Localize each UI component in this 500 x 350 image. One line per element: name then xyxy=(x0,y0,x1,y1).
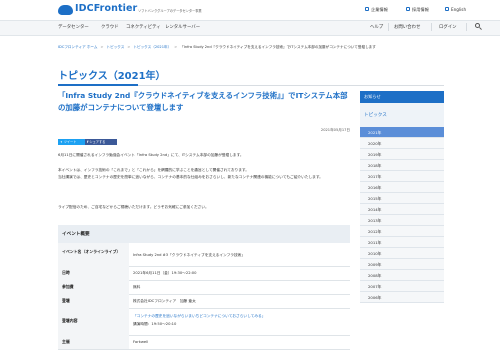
sidebar-year-label[interactable]: 2006年 xyxy=(368,295,381,301)
brand-logo[interactable]: IDCFrontier xyxy=(75,3,137,14)
talk-title[interactable]: 「コンテナの歴史を追いながらいまいちどコンテナについておさらいしてみる」 xyxy=(133,314,265,318)
title-divider xyxy=(138,85,444,86)
nav-item-contact[interactable]: お問い合わせ xyxy=(394,24,420,30)
sidebar-heading: お知らせ xyxy=(364,94,381,99)
brand-tagline: ソフトバンクグループのデータセンター事業 xyxy=(138,9,202,13)
nav-item-cloud[interactable]: クラウド xyxy=(101,24,119,30)
table-key: 主催 xyxy=(62,339,70,344)
sidebar-year-label[interactable]: 2011年 xyxy=(368,240,381,246)
article-date: 2021年05月17日 xyxy=(320,128,350,132)
breadcrumb-topics[interactable]: トピックス xyxy=(107,45,125,49)
sidebar-year-label[interactable]: 2008年 xyxy=(368,273,381,279)
facebook-share-button[interactable]: f シェアする xyxy=(85,139,117,145)
twitter-bird-icon: ✦ xyxy=(60,140,63,144)
nav-item-datacenter[interactable]: データセンター xyxy=(58,24,89,30)
article-paragraph: 本イベントは、インフラ技術の「これまで」と「これから」を網羅的に学ぶことを趣旨と… xyxy=(58,168,323,179)
table-key: 登壇 xyxy=(62,298,70,303)
table-value: 無料 xyxy=(133,285,141,289)
talk-title-link[interactable]: 「コンテナの歴史を追いながらいまいちどコンテナについておさらいしてみる」 xyxy=(133,313,345,319)
event-table-header xyxy=(58,225,350,243)
table-value: Infra Study 2nd #3「クラウドネイティブを支えるインフラ技術」 xyxy=(133,253,246,257)
table-key: 日時 xyxy=(62,270,70,275)
building-icon xyxy=(365,7,369,11)
facebook-share-label: シェアする xyxy=(89,140,106,144)
sidebar-year-label[interactable]: 2020年 xyxy=(368,141,381,147)
article-paragraph: ライブ配信のため、ご自宅などからご視聴いただけます。どうぞお気軽にご参加ください… xyxy=(58,205,209,209)
table-value: Forkwell xyxy=(133,340,149,344)
sidebar-year-label[interactable]: 2014年 xyxy=(368,207,381,213)
page-title: トピックス（2021年） xyxy=(58,71,166,82)
table-value: 株式会社IDCフロンティア 加藤 章太 xyxy=(133,299,196,303)
sidebar-year-label[interactable]: 2016年 xyxy=(368,185,381,191)
nav-item-help[interactable]: ヘルプ xyxy=(370,24,383,30)
nav-separator xyxy=(431,23,432,31)
breadcrumb-current: 「Infra Study 2nd『クラウドネイティブを支えるインフラ技術』でIT… xyxy=(180,45,376,49)
sidebar-year-label[interactable]: 2021年 xyxy=(368,130,381,136)
sidebar-year-label[interactable]: 2010年 xyxy=(368,251,381,257)
article-title: 「Infra Study 2nd『クラウドネイティブを支えるインフラ技術』」でI… xyxy=(58,91,348,112)
breadcrumb-separator: > xyxy=(127,45,131,49)
table-key: イベント名（オンラインライブ） xyxy=(62,249,121,254)
sidebar-year-label[interactable]: 2013年 xyxy=(368,218,381,224)
sidebar-year-label[interactable]: 2017年 xyxy=(368,174,381,180)
globe-icon xyxy=(445,7,449,11)
sidebar-year-label[interactable]: 2015年 xyxy=(368,196,381,202)
nav-separator xyxy=(466,23,467,31)
header-link-company[interactable]: 企業情報 xyxy=(371,7,388,13)
table-value: 2021年6月11日（金）19:30〜22:00 xyxy=(133,271,197,275)
nav-separator xyxy=(388,23,389,31)
breadcrumb-topics-2021[interactable]: トピックス（2021年） xyxy=(133,45,171,49)
breadcrumb-home[interactable]: IDCフロンティア ホーム xyxy=(58,45,98,49)
sidebar-year-label[interactable]: 2019年 xyxy=(368,152,381,158)
talk-time: 講演時間：19:50〜20:10 xyxy=(133,322,177,326)
breadcrumb-separator: > xyxy=(100,45,104,49)
sidebar-year-label[interactable]: 2018年 xyxy=(368,163,381,169)
table-key: 登壇内容 xyxy=(62,318,78,323)
twitter-share-button[interactable]: ✦ ツイート xyxy=(58,139,87,145)
nav-item-connectivity[interactable]: コネクティビティ xyxy=(126,24,161,30)
event-table-title: イベント概要 xyxy=(62,232,90,237)
header-link-english[interactable]: English xyxy=(451,7,466,12)
sidebar-year-label[interactable]: 2009年 xyxy=(368,262,381,268)
table-key: 参加費 xyxy=(62,284,74,289)
nav-item-login[interactable]: ログイン xyxy=(439,24,457,30)
nav-item-rental-server[interactable]: レンタルサーバー xyxy=(165,24,200,30)
twitter-share-label: ツイート xyxy=(63,140,77,144)
breadcrumb-separator: > xyxy=(174,45,178,49)
cloud-logo-icon[interactable] xyxy=(58,5,73,15)
sidebar-topics-label[interactable]: トピックス xyxy=(364,112,387,118)
sidebar-year-label[interactable]: 2012年 xyxy=(368,229,381,235)
header-link-recruit[interactable]: 採用情報 xyxy=(412,7,429,13)
sidebar-year-label[interactable]: 2007年 xyxy=(368,284,381,290)
breadcrumb: IDCフロンティア ホーム > トピックス > トピックス（2021年） > 「Infra … xyxy=(58,45,376,50)
title-underline xyxy=(58,84,138,86)
article-paragraph: 6月11日に開催されるインフラ勉強会イベント「Infra Study 2nd」に… xyxy=(58,153,244,157)
people-icon xyxy=(406,7,410,11)
